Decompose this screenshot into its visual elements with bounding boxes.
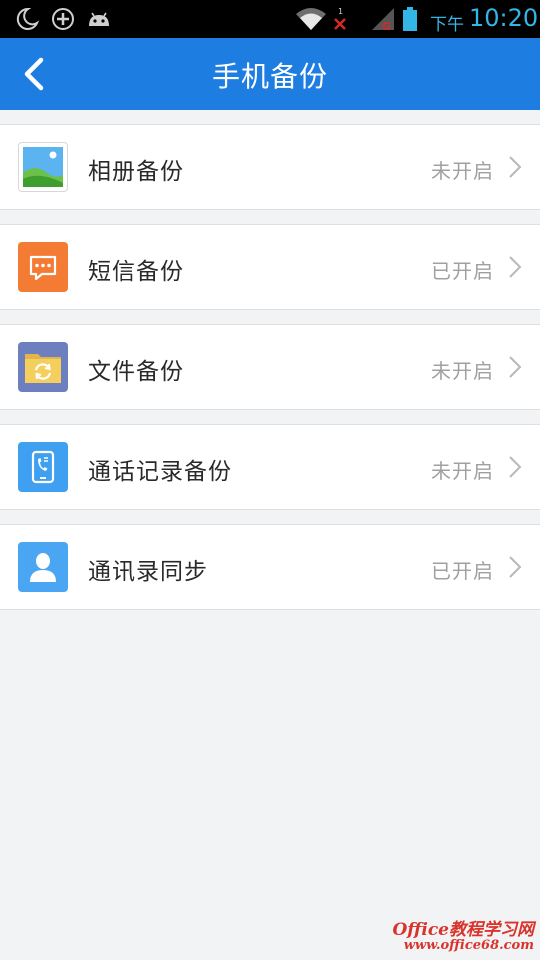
- android-icon: [89, 12, 109, 26]
- folder-sync-icon: [18, 342, 68, 392]
- wifi-icon: [296, 8, 326, 30]
- status-bar: 1 G 下午 10:20: [0, 0, 540, 38]
- list-item-photo-backup[interactable]: 相册备份 未开启: [0, 124, 540, 210]
- watermark-title: Office教程学习网: [392, 920, 535, 940]
- call-log-icon: [18, 442, 68, 492]
- contacts-icon: [18, 542, 68, 592]
- item-status: 未开启: [431, 159, 494, 183]
- backup-list: 相册备份 未开启 短信备份 已开启 文件备份 未开启 通话记录备份 未开启 通讯…: [0, 124, 540, 624]
- svg-text:G: G: [382, 20, 391, 32]
- item-status: 已开启: [431, 259, 494, 283]
- status-time: 10:20: [469, 4, 539, 32]
- chevron-right-icon: [509, 356, 522, 378]
- sms-icon: [18, 242, 68, 292]
- chevron-right-icon: [509, 556, 522, 578]
- item-status: 未开启: [431, 359, 494, 383]
- list-item-contacts-sync[interactable]: 通讯录同步 已开启: [0, 524, 540, 610]
- item-label: 文件备份: [88, 359, 184, 385]
- photo-album-icon: [18, 142, 68, 192]
- chevron-right-icon: [509, 256, 522, 278]
- list-item-sms-backup[interactable]: 短信备份 已开启: [0, 224, 540, 310]
- signal-icon: G: [372, 8, 394, 32]
- status-time-label: 下午: [430, 15, 464, 35]
- list-item-file-backup[interactable]: 文件备份 未开启: [0, 324, 540, 410]
- add-circle-icon: [52, 8, 74, 30]
- app-header: 手机备份: [0, 38, 540, 110]
- moon-icon: [16, 7, 40, 30]
- svg-text:1: 1: [338, 7, 343, 16]
- site-watermark: Office教程学习网 www.office68.com: [393, 922, 535, 954]
- list-item-call-log-backup[interactable]: 通话记录备份 未开启: [0, 424, 540, 510]
- chevron-right-icon: [509, 156, 522, 178]
- item-status: 未开启: [431, 459, 494, 483]
- watermark-url: www.office68.com: [403, 938, 534, 953]
- item-label: 短信备份: [88, 259, 184, 285]
- item-label: 相册备份: [88, 159, 184, 185]
- chevron-right-icon: [509, 456, 522, 478]
- item-label: 通讯录同步: [88, 559, 208, 585]
- item-label: 通话记录备份: [88, 459, 232, 485]
- no-signal-icon: 1: [334, 7, 346, 30]
- battery-icon: [403, 7, 417, 31]
- page-title: 手机备份: [211, 60, 328, 93]
- item-status: 已开启: [431, 559, 494, 583]
